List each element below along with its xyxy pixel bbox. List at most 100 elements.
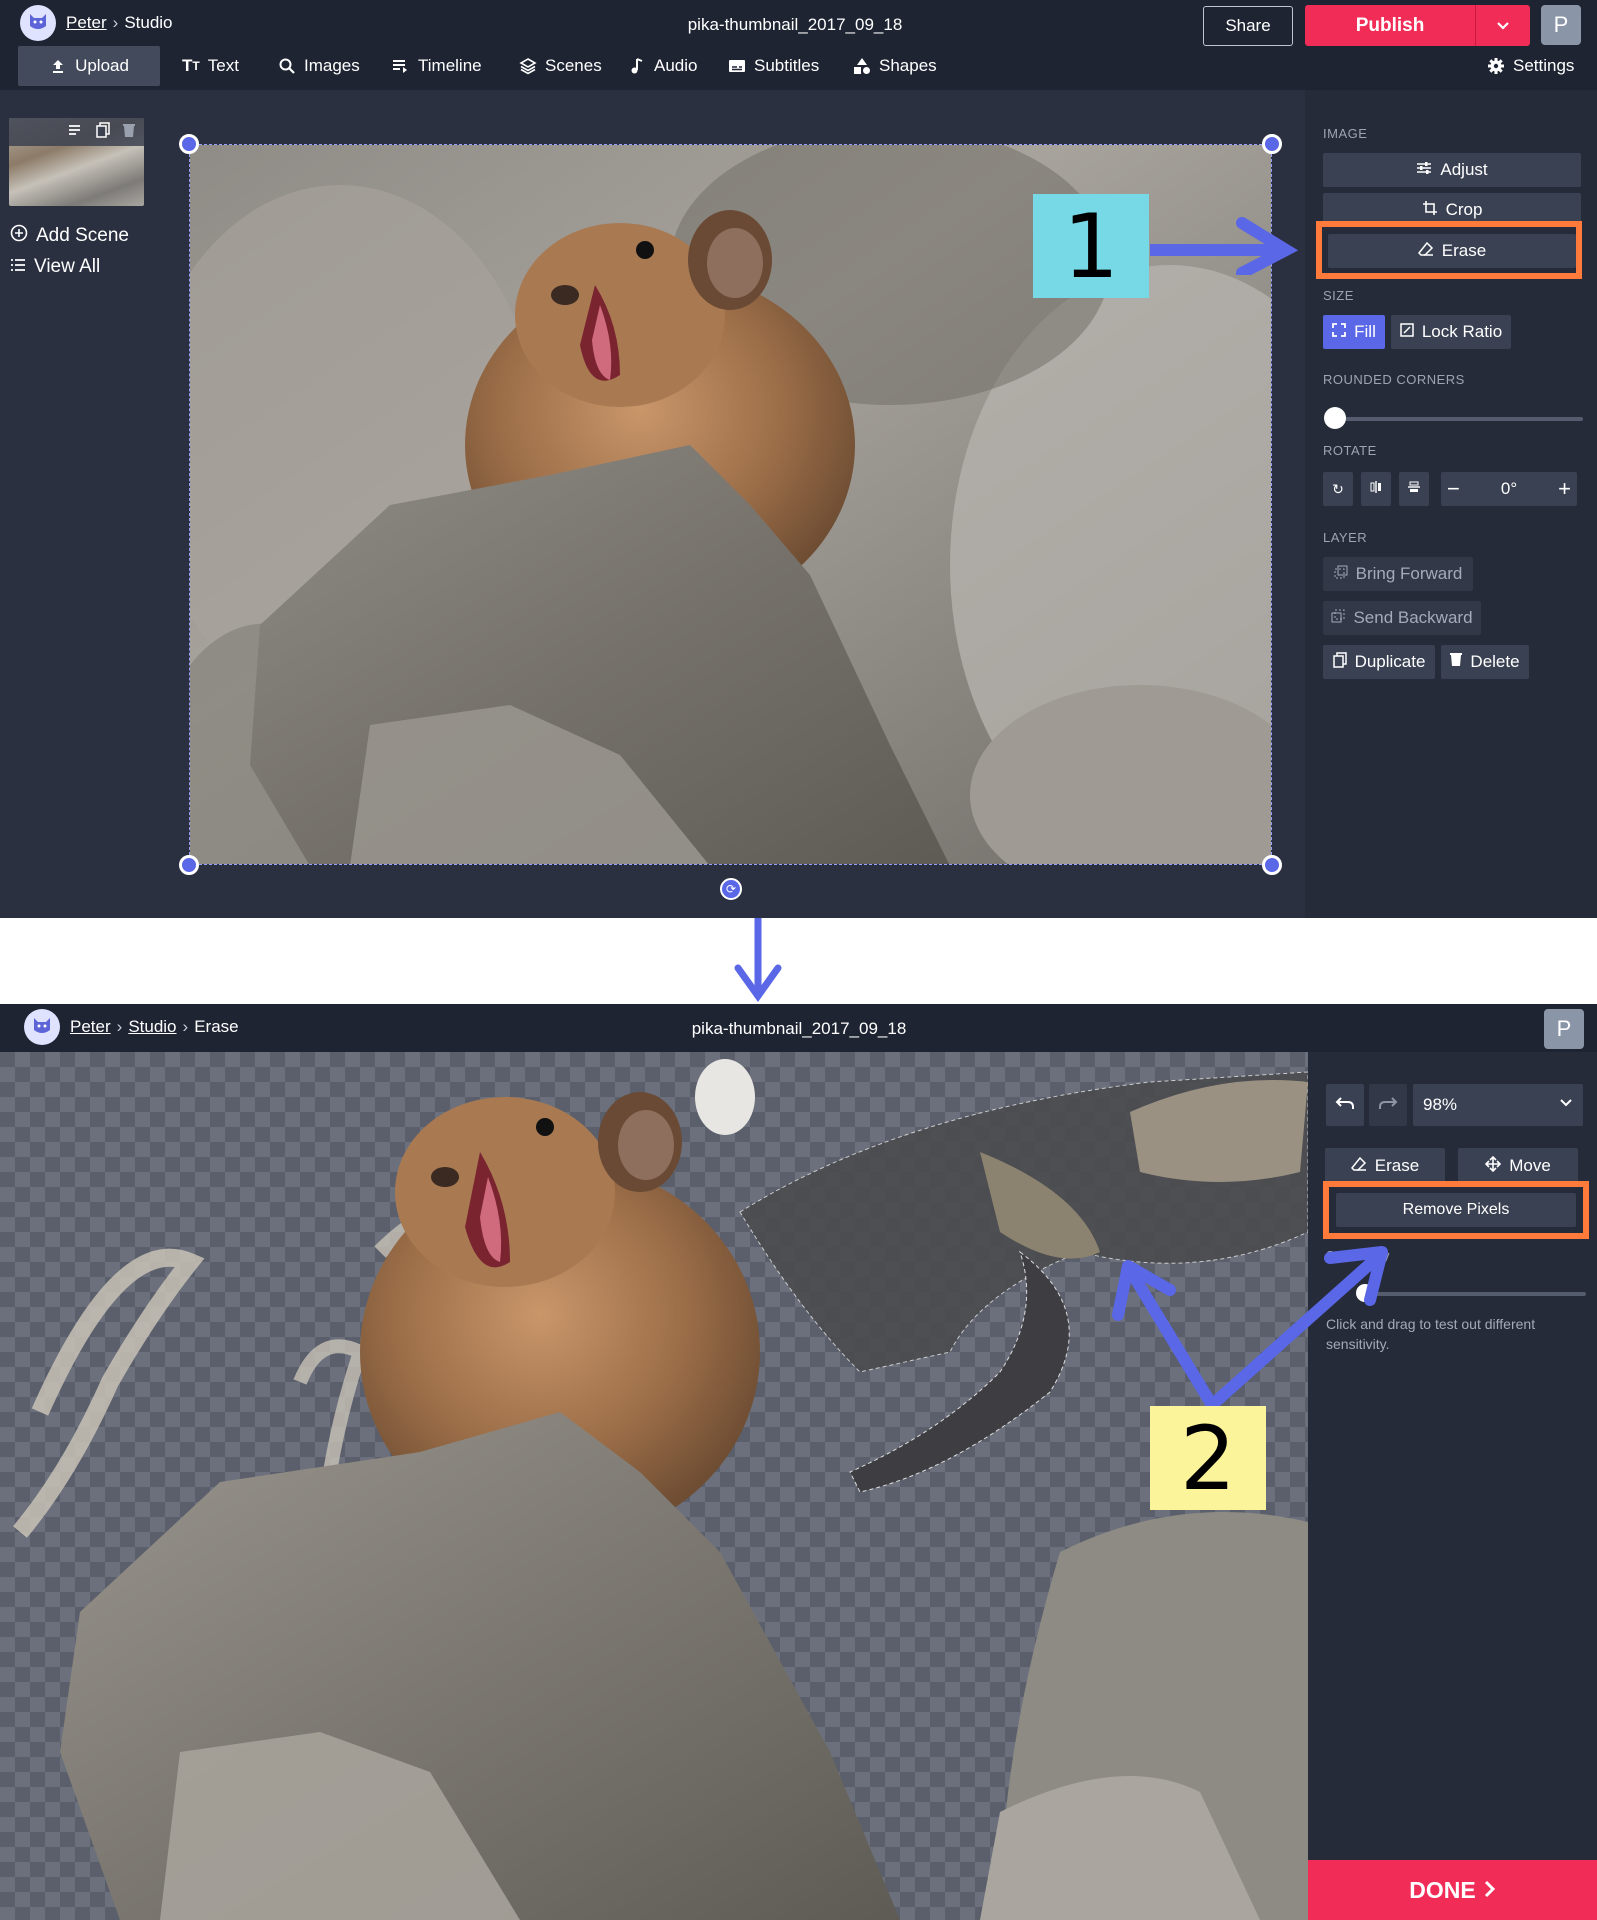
scene-thumbnail[interactable] (9, 118, 144, 206)
properties-panel: IMAGE Adjust Crop Erase SIZE Fill Lock R… (1305, 90, 1597, 918)
erase-top-bar: Peter › Studio › Erase pika-thumbnail_2017_0… (0, 1004, 1597, 1052)
toolbar-audio[interactable]: Audio (628, 46, 697, 86)
arrow-down-icon (734, 918, 782, 1003)
lock-ratio-label: Lock Ratio (1421, 322, 1503, 341)
search-icon (278, 57, 296, 75)
undo-button[interactable] (1326, 1084, 1364, 1126)
redo-button[interactable] (1369, 1084, 1407, 1126)
zoom-select[interactable]: 98% (1413, 1084, 1583, 1126)
arrow-right-icon (1150, 217, 1299, 275)
erase-screen: Peter › Studio › Erase pika-thumbnail_2017_0… (0, 1004, 1597, 1920)
resize-handle-bottom-right[interactable] (1262, 855, 1282, 875)
add-scene-label: Add Scene (36, 225, 129, 246)
rounded-corners-slider-knob[interactable] (1324, 407, 1346, 429)
publish-button[interactable]: Publish (1305, 5, 1475, 46)
toolbar-images-label: Images (304, 56, 360, 75)
duplicate-button[interactable]: Duplicate (1323, 645, 1435, 679)
rotate-icon: ⟳ (725, 882, 737, 896)
share-button[interactable]: Share (1203, 6, 1293, 46)
scene-thumbnail-toolbar (9, 118, 144, 146)
erase-mode-button[interactable]: Erase (1325, 1148, 1445, 1184)
trash-icon (1450, 652, 1463, 672)
document-title: pika-thumbnail_2017_09_18 (691, 1019, 907, 1038)
double-arrow-icon (1112, 1246, 1388, 1411)
toolbar-upload[interactable]: Upload (18, 46, 160, 86)
shapes-icon (853, 57, 871, 75)
duplicate-label: Duplicate (1354, 652, 1426, 671)
delete-button[interactable]: Delete (1441, 645, 1529, 679)
toolbar-scenes-label: Scenes (545, 56, 602, 75)
plus-icon[interactable]: + (1558, 476, 1571, 502)
move-mode-button[interactable]: Move (1458, 1148, 1578, 1184)
toolbar-timeline[interactable]: Timeline (392, 46, 482, 86)
breadcrumb-current: Studio (124, 13, 173, 32)
toolbar-settings[interactable]: Settings (1487, 46, 1574, 86)
send-backward-button[interactable]: Send Backward (1323, 601, 1481, 635)
done-label: DONE (1409, 1876, 1476, 1903)
scene-panel: Add Scene View All (0, 90, 150, 918)
trash-icon[interactable] (122, 122, 136, 143)
bring-forward-label: Bring Forward (1355, 564, 1463, 583)
toolbar-images[interactable]: Images (278, 46, 360, 86)
chevron-down-icon (1559, 1095, 1573, 1115)
rounded-corners-label: ROUNDED CORNERS (1323, 372, 1465, 387)
minus-icon[interactable]: − (1447, 476, 1460, 502)
toolbar-scenes[interactable]: Scenes (519, 46, 602, 86)
toolbar-subtitles[interactable]: Subtitles (728, 46, 819, 86)
toolbar-text[interactable]: TT Text (182, 46, 239, 86)
toolbar-audio-label: Audio (654, 56, 698, 75)
cat-logo-icon (27, 10, 49, 37)
flip-vertical-button[interactable] (1399, 472, 1429, 506)
resize-handle-bottom-left[interactable] (179, 855, 199, 875)
rounded-corners-slider[interactable] (1335, 417, 1583, 421)
image-section-label: IMAGE (1323, 126, 1368, 141)
layer-section-label: LAYER (1323, 530, 1368, 545)
breadcrumb-studio[interactable]: Studio (128, 1017, 176, 1036)
rotate-value[interactable]: 0° (1501, 479, 1517, 499)
fill-label: Fill (1354, 322, 1376, 341)
reorder-icon[interactable] (68, 123, 84, 142)
bring-forward-button[interactable]: Bring Forward (1323, 557, 1473, 591)
breadcrumb-user[interactable]: Peter (70, 1017, 111, 1036)
user-avatar[interactable]: P (1544, 1009, 1584, 1049)
chevron-right-icon (1484, 1877, 1496, 1904)
done-button[interactable]: DONE (1308, 1860, 1597, 1920)
remove-pixels-highlight-box (1323, 1181, 1589, 1239)
toolbar-subtitles-label: Subtitles (754, 56, 820, 75)
rotate-cw-button[interactable]: ↻ (1323, 472, 1353, 506)
lock-ratio-button[interactable]: Lock Ratio (1391, 315, 1511, 349)
undo-icon (1335, 1094, 1355, 1117)
toolbar-upload-label: Upload (75, 56, 129, 75)
aspect-ratio-icon (1400, 322, 1414, 342)
document-title[interactable]: pika-thumbnail_2017_09_18 (640, 15, 950, 35)
fill-button[interactable]: Fill (1323, 315, 1385, 349)
app-logo[interactable] (20, 5, 56, 41)
toolbar-shapes[interactable]: Shapes (853, 46, 937, 86)
app-logo[interactable] (24, 1009, 60, 1045)
send-backward-icon (1331, 608, 1345, 628)
flip-horizontal-button[interactable] (1361, 472, 1391, 506)
user-avatar[interactable]: P (1541, 5, 1581, 45)
sliders-icon (1416, 160, 1432, 180)
upload-icon (49, 57, 67, 75)
publish-dropdown-button[interactable] (1475, 5, 1530, 46)
toolbar-text-label: Text (207, 56, 239, 75)
view-all-button[interactable]: View All (10, 256, 100, 278)
rotate-handle[interactable]: ⟳ (720, 878, 742, 900)
top-bar: Peter › Studio pika-thumbnail_2017_09_18 S… (0, 0, 1597, 90)
adjust-button[interactable]: Adjust (1323, 153, 1581, 187)
rotate-stepper[interactable]: − 0° + (1441, 472, 1577, 506)
resize-handle-top-left[interactable] (179, 134, 199, 154)
breadcrumb-user[interactable]: Peter (66, 13, 107, 32)
breadcrumb-separator: › (182, 1017, 189, 1036)
erase-canvas[interactable] (0, 1052, 1308, 1920)
plus-circle-icon (10, 224, 28, 248)
resize-handle-top-right[interactable] (1262, 134, 1282, 154)
add-scene-button[interactable]: Add Scene (10, 224, 129, 248)
breadcrumb-separator: › (116, 1017, 123, 1036)
cat-logo-icon (31, 1014, 53, 1041)
breadcrumb: Peter › Studio (66, 13, 173, 33)
subtitles-icon (728, 57, 746, 75)
copy-icon[interactable] (96, 121, 110, 143)
move-icon (1485, 1155, 1502, 1177)
